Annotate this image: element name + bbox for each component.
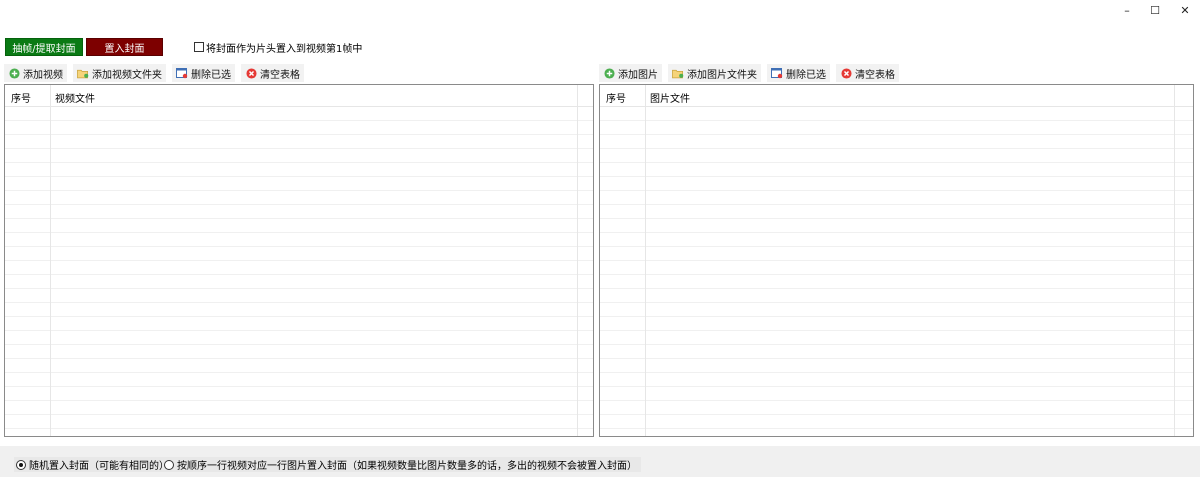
folder-add-icon <box>672 67 684 79</box>
sequential-mode-radio[interactable] <box>164 459 174 470</box>
clear-icon <box>245 67 257 79</box>
insert-cover-button[interactable]: 置入封面 <box>86 38 163 56</box>
add-image-label: 添加图片 <box>618 69 658 81</box>
minimize-button[interactable]: – <box>1112 0 1142 20</box>
extract-cover-button[interactable]: 抽帧/提取封面 <box>5 38 83 56</box>
column-header-image-file[interactable]: 图片文件 <box>650 90 690 105</box>
close-button[interactable]: ✕ <box>1170 0 1200 20</box>
title-bar: – ☐ ✕ <box>0 0 1200 34</box>
first-frame-checkbox[interactable] <box>194 42 204 52</box>
add-video-label: 添加视频 <box>23 69 63 81</box>
add-image-folder-button[interactable]: 添加图片文件夹 <box>668 64 761 82</box>
random-mode-label: 随机置入封面（可能有相同的） <box>29 461 169 472</box>
delete-selected-images-label: 删除已选 <box>786 69 826 81</box>
add-icon <box>603 67 615 79</box>
folder-add-icon <box>77 67 89 79</box>
column-header-index[interactable]: 序号 <box>11 90 31 105</box>
add-icon <box>8 67 20 79</box>
delete-selected-videos-label: 删除已选 <box>191 69 231 81</box>
clear-image-table-label: 清空表格 <box>855 69 895 81</box>
image-toolbar: 添加图片 添加图片文件夹 删除已选 清空表格 <box>599 64 905 82</box>
add-image-button[interactable]: 添加图片 <box>599 64 662 82</box>
add-image-folder-label: 添加图片文件夹 <box>687 69 757 81</box>
clear-icon <box>840 67 852 79</box>
video-table-header: 序号 视频文件 <box>5 85 593 107</box>
image-table-header: 序号 图片文件 <box>600 85 1193 107</box>
random-mode-option[interactable]: 随机置入封面（可能有相同的） <box>14 457 173 472</box>
image-file-table[interactable]: 序号 图片文件 <box>599 84 1194 437</box>
delete-window-icon <box>771 67 783 79</box>
clear-video-table-button[interactable]: 清空表格 <box>241 64 304 82</box>
add-video-button[interactable]: 添加视频 <box>4 64 67 82</box>
maximize-button[interactable]: ☐ <box>1140 0 1170 20</box>
insert-mode-bar: 随机置入封面（可能有相同的） 按顺序一行视频对应一行图片置入封面（如果视频数量比… <box>0 446 1200 477</box>
column-divider <box>577 85 578 436</box>
sequential-mode-option[interactable]: 按顺序一行视频对应一行图片置入封面（如果视频数量比图片数量多的话，多出的视频不会… <box>162 457 641 472</box>
add-video-folder-button[interactable]: 添加视频文件夹 <box>73 64 166 82</box>
clear-image-table-button[interactable]: 清空表格 <box>836 64 899 82</box>
add-video-folder-label: 添加视频文件夹 <box>92 69 162 81</box>
video-file-table[interactable]: 序号 视频文件 <box>4 84 594 437</box>
random-mode-radio[interactable] <box>16 459 26 470</box>
video-toolbar: 添加视频 添加视频文件夹 删除已选 清空表格 <box>4 64 310 82</box>
delete-window-icon <box>176 67 188 79</box>
clear-video-table-label: 清空表格 <box>260 69 300 81</box>
first-frame-option[interactable]: 将封面作为片头置入到视频第1帧中 <box>194 40 363 55</box>
delete-selected-videos-button[interactable]: 删除已选 <box>172 64 235 82</box>
column-divider <box>1174 85 1175 436</box>
column-header-index[interactable]: 序号 <box>606 90 626 105</box>
image-table-rows[interactable] <box>600 107 1193 436</box>
sequential-mode-label: 按顺序一行视频对应一行图片置入封面（如果视频数量比图片数量多的话，多出的视频不会… <box>177 461 637 472</box>
column-divider <box>645 85 646 436</box>
column-header-video-file[interactable]: 视频文件 <box>55 90 95 105</box>
first-frame-checkbox-label: 将封面作为片头置入到视频第1帧中 <box>206 43 363 55</box>
column-divider <box>50 85 51 436</box>
video-table-rows[interactable] <box>5 107 593 436</box>
delete-selected-images-button[interactable]: 删除已选 <box>767 64 830 82</box>
